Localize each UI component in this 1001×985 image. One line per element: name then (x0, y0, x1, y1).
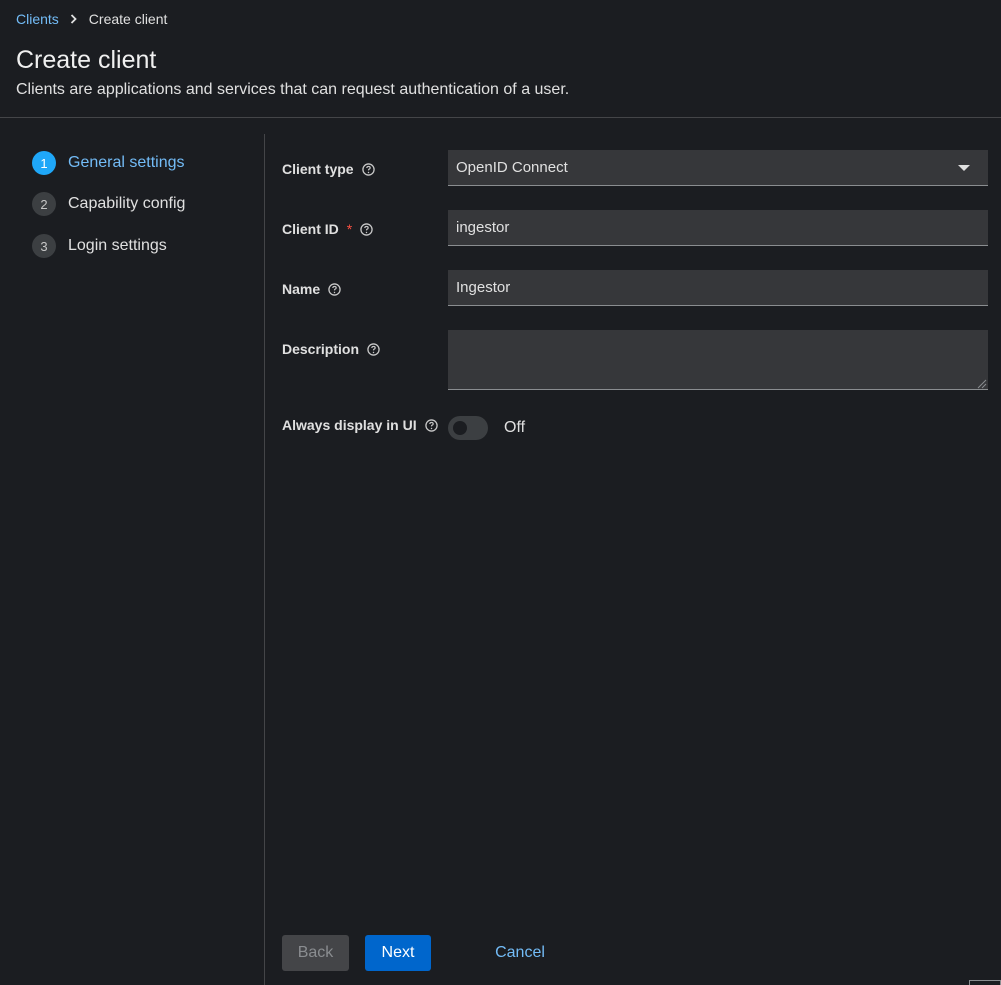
client-id-label: Client ID * (282, 221, 373, 237)
back-button[interactable]: Back (282, 935, 349, 971)
name-label-text: Name (282, 281, 321, 297)
client-id-label-text: Client ID (282, 221, 339, 237)
step-number: 3 (32, 234, 56, 258)
help-icon[interactable] (328, 282, 341, 296)
step-label: Login settings (68, 237, 167, 254)
help-icon[interactable] (361, 162, 375, 176)
create-client-page: Clients Create client Create client Clie… (0, 0, 1001, 985)
help-icon[interactable] (360, 222, 373, 236)
step-number: 1 (32, 151, 56, 175)
step-label: Capability config (68, 195, 186, 212)
header-divider (0, 117, 1001, 118)
corner-widget (969, 980, 1001, 985)
caret-down-icon (958, 164, 970, 171)
wizard-step-capability-config[interactable]: 2 Capability config (32, 192, 185, 216)
page-subtitle: Clients are applications and services th… (16, 81, 570, 98)
client-type-value: OpenID Connect (456, 159, 568, 176)
client-type-label-text: Client type (282, 161, 354, 177)
client-type-select[interactable]: OpenID Connect (448, 150, 988, 186)
next-button[interactable]: Next (365, 935, 431, 971)
always-display-state: Off (504, 419, 526, 436)
wizard-step-login-settings[interactable]: 3 Login settings (32, 234, 167, 258)
page-title: Create client (16, 46, 157, 74)
name-input[interactable] (448, 270, 988, 306)
client-id-input[interactable] (448, 210, 988, 246)
description-textarea[interactable] (448, 330, 988, 390)
description-label-text: Description (282, 341, 360, 357)
client-type-label: Client type (282, 161, 375, 177)
always-display-toggle[interactable] (448, 416, 488, 440)
wizard-step-general-settings[interactable]: 1 General settings (32, 151, 185, 175)
help-icon[interactable] (424, 418, 438, 432)
name-label: Name (282, 281, 341, 297)
cancel-button[interactable]: Cancel (484, 935, 556, 971)
always-display-label-text: Always display in UI (282, 417, 417, 433)
breadcrumb-current: Create client (88, 11, 168, 27)
chevron-right-icon (59, 14, 89, 24)
resize-grip-icon[interactable] (975, 377, 987, 389)
required-marker: * (346, 221, 353, 237)
always-display-label: Always display in UI (282, 417, 438, 433)
help-icon[interactable] (367, 342, 380, 356)
wizard-nav: 1 General settings 2 Capability config 3… (0, 134, 265, 985)
toggle-knob (453, 421, 467, 435)
step-label: General settings (68, 154, 185, 171)
step-number: 2 (32, 192, 56, 216)
breadcrumb-clients-link[interactable]: Clients (16, 11, 59, 27)
breadcrumb: Clients Create client (16, 11, 167, 27)
description-label: Description (282, 341, 380, 357)
